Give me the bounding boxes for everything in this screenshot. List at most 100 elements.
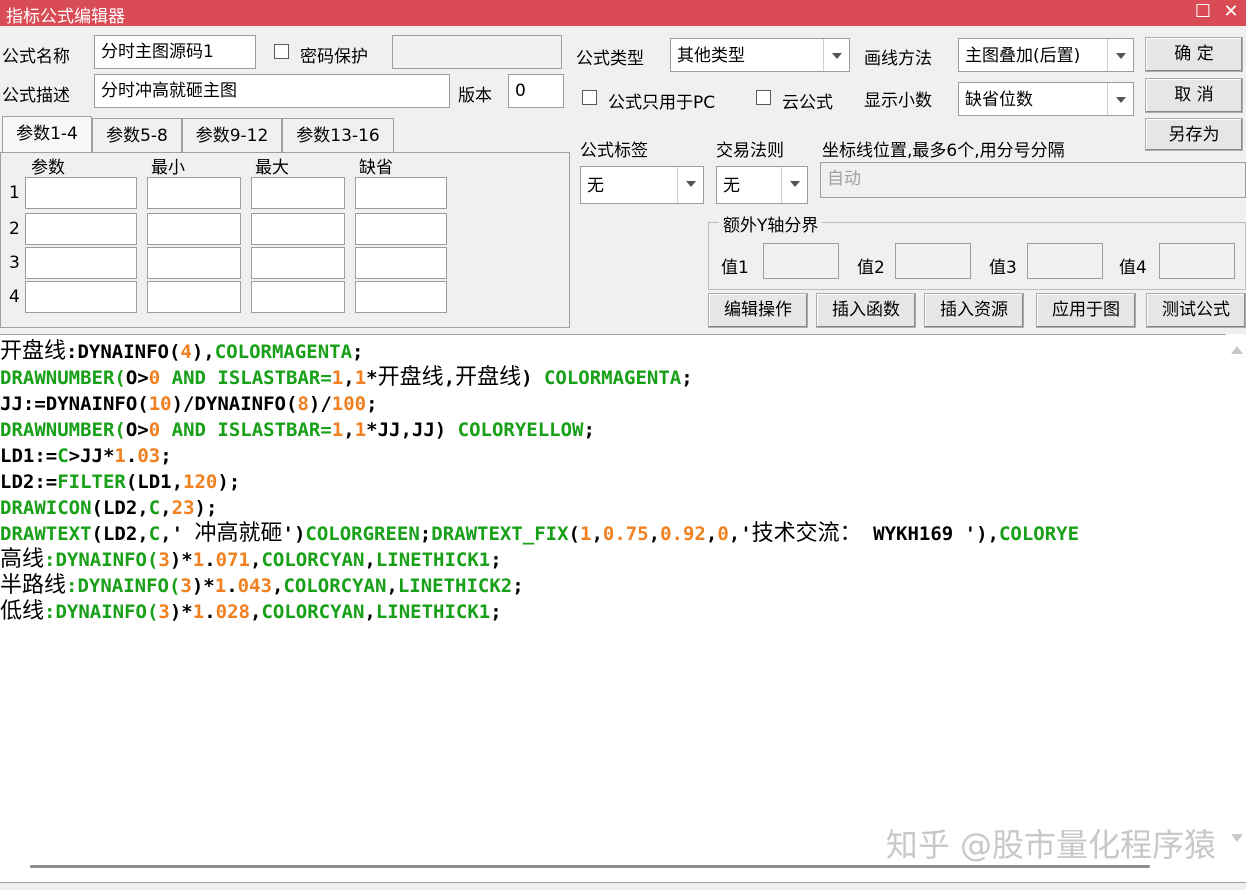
param-default-input[interactable] xyxy=(355,247,447,279)
y-value-2-label: 值2 xyxy=(857,258,885,278)
code-line[interactable]: LD1:=C>JJ*1.03; xyxy=(0,443,1226,469)
decimals-label: 显示小数 xyxy=(864,91,932,111)
apply-to-chart-button[interactable]: 应用于图 xyxy=(1036,293,1136,328)
edit-ops-button[interactable]: 编辑操作 xyxy=(708,293,808,328)
code-line[interactable]: JJ:=DYNAINFO(10)/DYNAINFO(8)/100; xyxy=(0,391,1226,417)
insert-function-button[interactable]: 插入函数 xyxy=(816,293,916,328)
ok-button[interactable]: 确 定 xyxy=(1145,37,1243,72)
tab-params-9-12[interactable]: 参数9-12 xyxy=(182,118,282,154)
code-line[interactable]: 半路线:DYNAINFO(3)*1.043,COLORCYAN,LINETHIC… xyxy=(0,573,1226,599)
password-protect-checkbox[interactable] xyxy=(274,44,289,59)
param-default-input[interactable] xyxy=(355,177,447,209)
y-value-2-input[interactable] xyxy=(895,243,971,279)
param-row-number: 3 xyxy=(9,253,20,273)
param-name-input[interactable] xyxy=(25,281,137,313)
formula-type-select[interactable]: 其他类型 xyxy=(670,38,850,72)
param-name-input[interactable] xyxy=(25,177,137,209)
formula-tag-select[interactable]: 无 xyxy=(580,166,704,204)
save-as-button[interactable]: 另存为 xyxy=(1145,118,1243,151)
version-input[interactable]: 0 xyxy=(508,74,564,108)
code-line[interactable]: DRAWTEXT(LD2,C,' 冲高就砸')COLORGREEN;DRAWTE… xyxy=(0,521,1226,547)
cloud-formula-checkbox[interactable] xyxy=(756,90,771,105)
code-line[interactable]: 开盘线:DYNAINFO(4),COLORMAGENTA; xyxy=(0,339,1226,365)
tab-params-5-8[interactable]: 参数5-8 xyxy=(92,118,182,154)
decimals-select[interactable]: 缺省位数 xyxy=(958,82,1134,116)
y-value-1-input[interactable] xyxy=(763,243,839,279)
param-name-input[interactable] xyxy=(25,213,137,245)
code-token: 1 xyxy=(579,523,592,545)
code-token: 开盘线 xyxy=(377,365,444,390)
code-token: JJ:=DYNAINFO( xyxy=(0,393,149,415)
param-min-input[interactable] xyxy=(147,213,241,245)
param-max-input[interactable] xyxy=(251,281,345,313)
formula-desc-input[interactable]: 分时冲高就砸主图 xyxy=(94,74,450,108)
y-value-3-input[interactable] xyxy=(1027,243,1103,279)
code-token: 3 xyxy=(158,601,170,623)
formula-type-label: 公式类型 xyxy=(576,49,644,69)
tab-params-1-4[interactable]: 参数1-4 xyxy=(2,116,92,156)
formula-name-input[interactable]: 分时主图源码1 xyxy=(94,35,256,69)
param-max-input[interactable] xyxy=(251,247,345,279)
code-token: 低线 xyxy=(0,599,45,624)
chevron-down-icon[interactable] xyxy=(1107,83,1133,115)
restore-button[interactable]: ☐ xyxy=(1192,1,1214,23)
code-token: LD2:= xyxy=(0,471,58,493)
y-value-4-input[interactable] xyxy=(1159,243,1235,279)
code-line[interactable]: LD2:=FILTER(LD1,120); xyxy=(0,469,1226,495)
code-token: , xyxy=(343,419,355,441)
code-token: ) xyxy=(521,367,544,389)
code-token: ; xyxy=(366,393,378,415)
code-line[interactable]: 低线:DYNAINFO(3)*1.028,COLORCYAN,LINETHICK… xyxy=(0,599,1226,625)
cancel-button[interactable]: 取 消 xyxy=(1145,78,1243,113)
code-editor[interactable]: 开盘线:DYNAINFO(4),COLORMAGENTA; DRAWNUMBER(… xyxy=(0,334,1246,890)
scroll-down-icon[interactable] xyxy=(1231,834,1243,842)
code-token: FILTER xyxy=(57,471,126,493)
chevron-down-icon[interactable] xyxy=(1107,39,1133,71)
draw-method-value: 主图叠加(后置) xyxy=(965,46,1081,66)
code-token: ; xyxy=(583,419,595,441)
trade-rule-select[interactable]: 无 xyxy=(716,166,808,204)
code-text[interactable]: 开盘线:DYNAINFO(4),COLORMAGENTA; DRAWNUMBER(… xyxy=(0,339,1226,625)
extra-y-axis-group: 额外Y轴分界 值1 值2 值3 值4 xyxy=(708,211,1246,290)
param-min-input[interactable] xyxy=(147,247,241,279)
test-formula-button[interactable]: 测试公式 xyxy=(1146,293,1246,328)
code-token: 100 xyxy=(331,393,367,415)
pc-only-checkbox[interactable] xyxy=(582,90,597,105)
param-row-number: 2 xyxy=(9,219,20,239)
code-line[interactable]: DRAWNUMBER(O>0 AND ISLASTBAR=1,1*开盘线,开盘线… xyxy=(0,365,1226,391)
code-line[interactable]: DRAWNUMBER(O>0 AND ISLASTBAR=1,1*JJ,JJ) … xyxy=(0,417,1226,443)
code-token: LD1:= xyxy=(0,445,58,467)
chevron-down-icon[interactable] xyxy=(677,167,703,203)
param-min-input[interactable] xyxy=(147,281,241,313)
param-default-input[interactable] xyxy=(355,213,447,245)
param-default-input[interactable] xyxy=(355,281,447,313)
code-token: DRAWTEXT xyxy=(0,523,92,545)
scroll-up-icon[interactable] xyxy=(1231,346,1243,354)
code-token: 0.75 xyxy=(602,523,649,545)
decimals-value: 缺省位数 xyxy=(965,90,1033,110)
code-token: COLORMAGENTA xyxy=(543,367,682,389)
password-input[interactable] xyxy=(392,35,562,69)
code-token: C xyxy=(57,445,69,467)
tab-params-13-16[interactable]: 参数13-16 xyxy=(282,118,394,154)
param-name-input[interactable] xyxy=(25,247,137,279)
code-line[interactable]: DRAWICON(LD2,C,23); xyxy=(0,495,1226,521)
param-max-input[interactable] xyxy=(251,177,345,209)
code-token: LINETHICK1 xyxy=(375,549,491,571)
code-token: AND ISLASTBAR= xyxy=(160,367,332,389)
code-line[interactable]: 高线:DYNAINFO(3)*1.071,COLORCYAN,LINETHICK… xyxy=(0,547,1226,573)
y-value-3-label: 值3 xyxy=(989,258,1017,278)
axis-position-input[interactable]: 自动 xyxy=(820,162,1246,198)
vertical-scrollbar[interactable] xyxy=(1226,334,1246,864)
code-token: (LD1, xyxy=(125,471,184,493)
code-token: 1 xyxy=(331,419,344,441)
code-token: * xyxy=(366,367,378,389)
param-max-input[interactable] xyxy=(251,213,345,245)
chevron-down-icon[interactable] xyxy=(781,167,807,203)
insert-resource-button[interactable]: 插入资源 xyxy=(924,293,1024,328)
close-button[interactable]: ✕ xyxy=(1220,1,1242,23)
code-token: )/ xyxy=(308,393,332,415)
chevron-down-icon[interactable] xyxy=(823,39,849,71)
param-min-input[interactable] xyxy=(147,177,241,209)
draw-method-select[interactable]: 主图叠加(后置) xyxy=(958,38,1134,72)
